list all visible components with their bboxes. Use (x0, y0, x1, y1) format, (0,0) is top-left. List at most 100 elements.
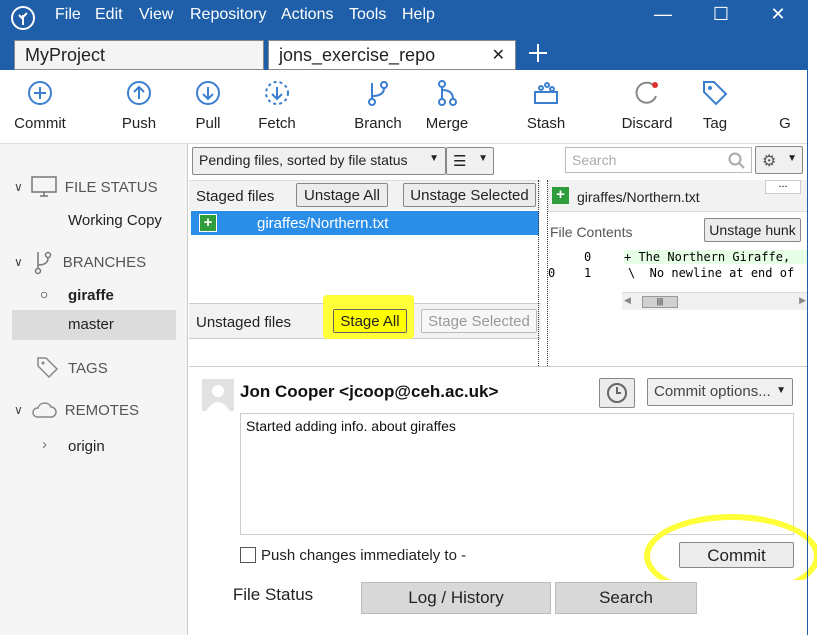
stage-all-button[interactable]: Stage All (333, 309, 407, 333)
unstage-all-button[interactable]: Unstage All (296, 183, 388, 207)
sidebar-item-master[interactable]: master (12, 310, 176, 340)
chevron-down-icon: ∨ (14, 403, 23, 417)
toolbar: Commit Push Pull Fetch Branch Merge Stas… (0, 70, 808, 144)
pane-splitter[interactable] (538, 180, 548, 366)
diff-line: 0 1 \ No newline at end of (548, 266, 808, 282)
staged-files-label: Staged files (196, 188, 275, 205)
menu-tools[interactable]: Tools (349, 6, 386, 24)
tab-label: jons_exercise_repo (279, 45, 436, 65)
tab-myproject[interactable]: MyProject (14, 40, 264, 70)
branch-label: Branch (354, 115, 402, 132)
diff-line-old-number: 0 (584, 250, 592, 264)
stash-label: Stash (526, 115, 566, 132)
horizontal-scrollbar[interactable]: ◀ ||| ▶ (622, 292, 808, 310)
commit-options-dropdown[interactable]: Commit options... ▼ (647, 378, 793, 406)
diff-line-new-number: 1 (584, 266, 592, 280)
menu-actions[interactable]: Actions (281, 6, 333, 24)
diff-filename: giraffes/Northern.txt (577, 189, 700, 205)
sidebar-branches[interactable]: ∨ BRANCHES (14, 249, 146, 275)
branch-icon (368, 81, 388, 106)
merge-button[interactable]: Merge (412, 78, 482, 132)
commit-button[interactable]: Commit (679, 542, 794, 568)
sidebar-remotes[interactable]: ∨ REMOTES (14, 401, 139, 419)
menu-help[interactable]: Help (402, 6, 435, 24)
sidebar: ∨ FILE STATUS Working Copy ∨ BRANCHES ○ … (0, 144, 188, 635)
diff-line-text: + The Northern Giraffe, (624, 250, 808, 264)
menu-repository[interactable]: Repository (190, 6, 266, 24)
minimize-button[interactable]: — (640, 4, 686, 25)
maximize-button[interactable]: ☐ (698, 4, 744, 25)
dropdown-arrow-icon: ▼ (776, 385, 786, 396)
tab-label: MyProject (25, 45, 106, 65)
avatar (202, 379, 234, 411)
sidebar-file-status[interactable]: ∨ FILE STATUS (14, 176, 158, 198)
tab-jons-exercise-repo[interactable]: jons_exercise_repo ✕ (268, 40, 516, 70)
stage-selected-button[interactable]: Stage Selected (421, 309, 537, 333)
settings-dropdown[interactable]: ⚙ ▼ (755, 146, 803, 174)
push-button[interactable]: Push (104, 78, 174, 132)
file-contents-label: File Contents (550, 224, 633, 240)
tag-button[interactable]: Tag (680, 78, 750, 132)
commit-message-text: Started adding info. about giraffes (246, 418, 456, 434)
tab-file-status[interactable]: File Status (189, 580, 357, 614)
sidebar-branches-label: BRANCHES (62, 253, 147, 271)
unstage-selected-button[interactable]: Unstage Selected (403, 183, 536, 207)
sidebar-item-giraffe[interactable]: giraffe (68, 287, 114, 304)
menu-file[interactable]: File (55, 6, 81, 24)
menu-view[interactable]: View (139, 6, 173, 24)
commit-panel: Jon Cooper <jcoop@ceh.ac.uk> Commit opti… (189, 366, 817, 636)
chevron-right-icon[interactable]: › (42, 436, 47, 453)
diff-header: + giraffes/Northern.txt ... (548, 180, 808, 212)
staged-file-name: giraffes/Northern.txt (257, 215, 389, 232)
staged-file-row[interactable]: + giraffes/Northern.txt (191, 211, 539, 235)
unstage-hunk-button[interactable]: Unstage hunk (704, 218, 801, 242)
sidebar-item-working-copy[interactable]: Working Copy (68, 212, 162, 229)
diff-line: 0 + The Northern Giraffe, (548, 250, 808, 266)
discard-button[interactable]: Discard (612, 78, 682, 132)
dropdown-arrow-icon: ▼ (787, 153, 797, 164)
commit-history-button[interactable] (599, 378, 635, 408)
staged-header: Staged files Unstage All Unstage Selecte… (189, 180, 541, 210)
new-tab-plus-icon[interactable] (526, 38, 550, 71)
chevron-down-icon: ∨ (14, 255, 23, 269)
git-flow-label: G (779, 115, 791, 132)
stash-button[interactable]: Stash (511, 78, 581, 132)
diff-line-text: \ No newline at end of (628, 266, 795, 280)
scrollbar-thumb[interactable]: ||| (642, 296, 678, 308)
tab-close-icon[interactable]: ✕ (492, 45, 505, 65)
sidebar-item-origin[interactable]: origin (68, 438, 105, 455)
more-options-button[interactable]: ... (765, 180, 801, 194)
diff-line-old-number: 0 (548, 266, 556, 280)
pull-arrow-down-icon (196, 81, 220, 105)
search-input[interactable]: Search (565, 147, 752, 173)
menu-edit[interactable]: Edit (95, 6, 123, 24)
fetch-button[interactable]: Fetch (242, 78, 312, 132)
bottom-tabs: File Status Log / History Search (189, 580, 808, 636)
branch-master-label: master (68, 316, 114, 333)
tab-log-history[interactable]: Log / History (361, 582, 551, 614)
scroll-right-arrow-icon[interactable]: ▶ (799, 295, 806, 306)
sidebar-tags[interactable]: TAGS (36, 356, 108, 380)
monitor-icon (31, 176, 57, 197)
tag-icon (703, 81, 728, 106)
push-label: Push (121, 115, 157, 132)
sidebar-remotes-label: REMOTES (64, 401, 139, 419)
commit-plus-icon (28, 81, 52, 105)
push-immediately-label: Push changes immediately to - (261, 547, 467, 564)
commit-tool-button[interactable]: Commit (5, 78, 75, 132)
sort-dropdown[interactable]: Pending files, sorted by file status ▼ (192, 147, 446, 175)
branch-icon (34, 251, 52, 275)
push-immediately-checkbox[interactable] (240, 547, 256, 563)
pull-button[interactable]: Pull (173, 78, 243, 132)
branch-button[interactable]: Branch (343, 78, 413, 132)
view-mode-dropdown[interactable]: ☰ ▼ (446, 147, 494, 175)
git-flow-button[interactable]: G (760, 78, 810, 132)
cloud-icon (32, 402, 57, 418)
diff-panel: + giraffes/Northern.txt ... File Content… (548, 180, 808, 366)
tab-search[interactable]: Search (555, 582, 697, 614)
close-button[interactable]: ✕ (755, 4, 801, 25)
stash-icon (534, 82, 558, 104)
scroll-left-arrow-icon[interactable]: ◀ (624, 295, 631, 306)
chevron-down-icon: ∨ (14, 180, 23, 194)
discard-label: Discard (621, 115, 673, 132)
